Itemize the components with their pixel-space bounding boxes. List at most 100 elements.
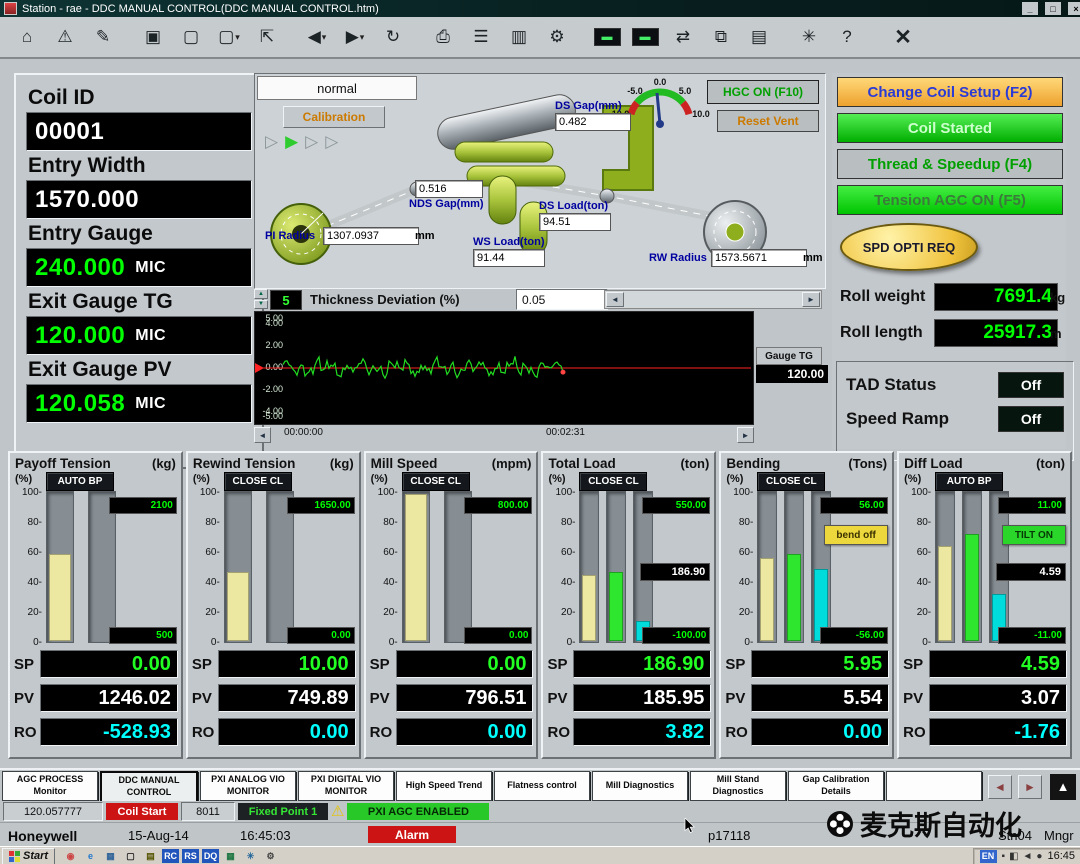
nav-back-icon[interactable]: ◄ (988, 775, 1012, 799)
hgc-on-button[interactable]: HGC ON (F10) (707, 80, 819, 104)
dq-app-icon[interactable]: DQ (202, 849, 219, 863)
scroll-right-icon[interactable]: ► (802, 292, 820, 307)
minimize-button[interactable]: _ (1022, 2, 1038, 15)
tab-blank[interactable] (886, 771, 982, 801)
sp-value[interactable]: 4.59 (929, 650, 1067, 678)
alarm-indicator[interactable]: Alarm (368, 826, 456, 843)
tab-gap-calibration[interactable]: Gap CalibrationDetails (788, 771, 884, 801)
trend-left-arrow-icon[interactable]: ◄ (254, 427, 271, 443)
aux-button-bend-off[interactable]: bend off (824, 525, 888, 545)
trend-scrollbar[interactable]: ◄ ► (604, 290, 822, 309)
blank-display-icon[interactable]: ▢ (174, 22, 208, 52)
deviation-value-field[interactable]: 0.05 (516, 289, 608, 310)
sp-value[interactable]: 5.95 (751, 650, 889, 678)
print-icon[interactable]: ⎙ (426, 22, 460, 52)
tab-ddc-manual[interactable]: DDC MANUALCONTROL (100, 771, 198, 803)
mode-button[interactable]: AUTO BP (46, 472, 114, 491)
display-menu-icon[interactable]: ▢▾ (212, 22, 246, 52)
mode-button[interactable]: AUTO BP (935, 472, 1003, 491)
scale-tick: 80- (901, 517, 931, 528)
reset-vent-button[interactable]: Reset Vent (717, 110, 819, 132)
help-icon[interactable]: ? (830, 22, 864, 52)
ie-icon[interactable]: e (82, 849, 99, 863)
settings-icon[interactable]: ⚙ (262, 849, 279, 863)
mode-button[interactable]: CLOSE CL (224, 472, 292, 491)
ro-label: RO (192, 724, 215, 741)
tab-mill-stand[interactable]: Mill StandDiagnostics (690, 771, 786, 801)
nav-forward-icon[interactable]: ► (1018, 775, 1042, 799)
associated-display-icon[interactable]: ▣ (136, 22, 170, 52)
scale-tick: 20- (723, 607, 753, 618)
sp-value[interactable]: 10.00 (218, 650, 356, 678)
language-indicator[interactable]: EN (980, 850, 997, 863)
exchange-icon[interactable]: ⇄ (666, 22, 700, 52)
sp-value[interactable]: 186.90 (573, 650, 711, 678)
title-bar: Station - rae - DDC MANUAL CONTROL(DDC M… (0, 0, 1080, 17)
scroll-left-icon[interactable]: ◄ (606, 292, 624, 307)
coil-field-label: Coil ID (28, 86, 252, 110)
station-window: Station - rae - DDC MANUAL CONTROL(DDC M… (0, 0, 1080, 864)
checklist-icon[interactable]: ☰ (464, 22, 498, 52)
trend-time-start: 00:00:00 (284, 427, 323, 438)
spin-up-icon[interactable]: ▲ (254, 289, 268, 299)
mode-button[interactable]: CLOSE CL (579, 472, 647, 491)
acknowledge-icon[interactable]: ✎ (86, 22, 120, 52)
refresh-icon[interactable]: ↻ (376, 22, 410, 52)
globe-tool-icon[interactable]: ✳ (242, 849, 259, 863)
tension-agc-button[interactable]: Tension AGC ON (F5) (837, 185, 1063, 215)
nav-up-icon[interactable]: ▲ (1050, 774, 1076, 800)
mode-button[interactable]: CLOSE CL (757, 472, 825, 491)
alarm-summary-icon[interactable]: ⚠ (48, 22, 82, 52)
trend-right-arrow-icon[interactable]: ► (737, 427, 754, 443)
maximize-button[interactable]: □ (1045, 2, 1061, 15)
spd-opti-req-button[interactable]: SPD OPTI REQ (840, 223, 978, 271)
change-coil-setup-button[interactable]: Change Coil Setup (F2) (837, 77, 1063, 107)
station-network-icon[interactable]: ✳ (792, 22, 826, 52)
controllers: Payoff Tension(kg)(%)AUTO BP100-80-60-40… (8, 451, 1072, 759)
file-manager-icon[interactable]: ▤ (142, 849, 159, 863)
scale-tick: 40- (901, 577, 931, 588)
tab-bar: AGC PROCESSMonitorDDC MANUALCONTROLPXI A… (0, 768, 1080, 803)
coil-field-value: 1570.000 (26, 180, 252, 219)
close-button[interactable]: × (1068, 2, 1080, 15)
group-display-icon[interactable]: ▬ (628, 22, 662, 52)
thread-speedup-button[interactable]: Thread & Speedup (F4) (837, 149, 1063, 179)
app-icon (4, 2, 17, 15)
calibration-button[interactable]: Calibration (283, 106, 385, 128)
aux-button-tilt-on[interactable]: TILT ON (1002, 525, 1066, 545)
forward-icon[interactable]: ▶▾ (338, 22, 372, 52)
report-icon[interactable]: ▤ (742, 22, 776, 52)
exit-icon[interactable]: ✕ (886, 22, 920, 52)
trend-display-icon[interactable]: ▬ (590, 22, 624, 52)
start-button[interactable]: Start (2, 848, 55, 864)
multiwindow-icon[interactable]: ⧉ (704, 22, 738, 52)
home-icon[interactable]: ⌂ (10, 22, 44, 52)
tab-mill-diagnostics[interactable]: Mill Diagnostics (592, 771, 688, 801)
show-desktop-icon[interactable]: ▦ (102, 849, 119, 863)
bar-chart-icon[interactable]: ▥ (502, 22, 536, 52)
spreadsheet-icon[interactable]: ▦ (222, 849, 239, 863)
roll-weight-row: Roll weight 7691.4 kg (838, 283, 1062, 309)
tab-pxi-analog-vio[interactable]: PXI ANALOG VIOMONITOR (200, 771, 296, 801)
coil-started-button[interactable]: Coil Started (837, 113, 1063, 143)
tray-network-icon[interactable]: ◧ (1009, 851, 1018, 862)
tray-status-icon[interactable]: ● (1036, 851, 1042, 862)
rc-app-icon[interactable]: RC (162, 849, 179, 863)
mode-button[interactable]: CLOSE CL (402, 472, 470, 491)
rs-app-icon[interactable]: RS (182, 849, 199, 863)
console-window-icon[interactable]: ▢ (122, 849, 139, 863)
spin-down-icon[interactable]: ▼ (254, 300, 268, 310)
tray-volume-icon[interactable]: ◄ (1023, 851, 1033, 862)
tab-pxi-digital-vio[interactable]: PXI DIGITAL VIOMONITOR (298, 771, 394, 801)
tab-agc-process[interactable]: AGC PROCESSMonitor (2, 771, 98, 801)
sp-value[interactable]: 0.00 (396, 650, 534, 678)
media-player-icon[interactable]: ◉ (62, 849, 79, 863)
controller-unit: (kg) (330, 456, 354, 471)
tab-flatness-control[interactable]: Flatness control (494, 771, 590, 801)
display-raise-icon[interactable]: ⇱ (250, 22, 284, 52)
gears-icon[interactable]: ⚙ (540, 22, 574, 52)
sp-value[interactable]: 0.00 (40, 650, 178, 678)
back-icon[interactable]: ◀▾ (300, 22, 334, 52)
tray-display-icon[interactable]: ▪ (1002, 851, 1006, 862)
tab-high-speed-trend[interactable]: High Speed Trend (396, 771, 492, 801)
